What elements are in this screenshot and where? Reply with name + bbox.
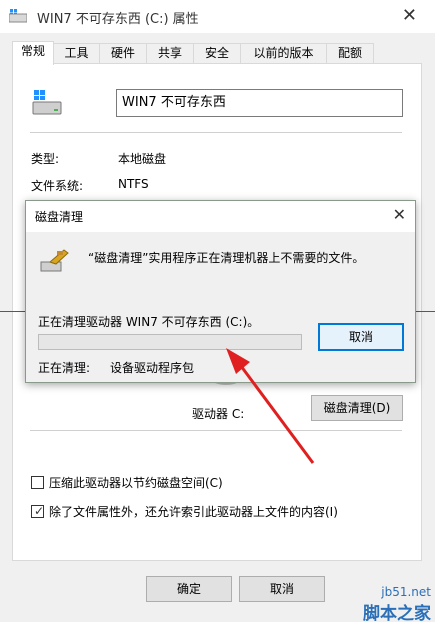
tab-quota[interactable]: 配额: [326, 43, 374, 63]
type-value: 本地磁盘: [118, 152, 167, 166]
dialog-title: 磁盘清理: [35, 210, 84, 224]
watermark-site: jb51.net: [381, 585, 431, 599]
drive-label: 驱动器 C:: [192, 407, 245, 421]
index-label: 除了文件属性外，还允许索引此驱动器上文件的内容(I): [49, 505, 338, 519]
type-label: 类型:: [31, 152, 60, 166]
disk-cleanup-button[interactable]: 磁盘清理(D): [311, 395, 403, 421]
drive-name-field[interactable]: WIN7 不可存东西: [116, 89, 403, 117]
cleanup-cancel-button[interactable]: 取消: [318, 323, 404, 351]
check-icon: ✓: [34, 504, 45, 518]
dialog-title-bar: 磁盘清理 ✕: [26, 201, 415, 232]
index-checkbox[interactable]: ✓: [31, 504, 45, 518]
watermark-brand: 脚本之家: [363, 604, 431, 624]
title-bar: WIN7 不可存东西 (C:) 属性 ✕: [0, 0, 435, 33]
status-value: 设备驱动程序包: [110, 361, 195, 375]
tab-tools[interactable]: 工具: [53, 43, 100, 63]
window-title: WIN7 不可存东西 (C:) 属性: [37, 12, 199, 27]
tab-previous-versions[interactable]: 以前的版本: [240, 43, 327, 63]
tab-security[interactable]: 安全: [193, 43, 241, 63]
tab-general[interactable]: 常规: [12, 41, 54, 65]
dialog-message: “磁盘清理”实用程序正在清理机器上不需要的文件。: [88, 251, 365, 265]
tab-sharing[interactable]: 共享: [146, 43, 194, 63]
divider: [30, 430, 402, 431]
drive-icon: [9, 9, 27, 23]
ok-button[interactable]: 确定: [146, 576, 232, 602]
tab-hardware[interactable]: 硬件: [99, 43, 147, 63]
cleanup-broom-icon: [40, 249, 69, 272]
compress-checkbox[interactable]: [31, 476, 44, 489]
close-icon[interactable]: ✕: [393, 205, 406, 224]
drive-icon: [32, 90, 62, 115]
close-icon[interactable]: ✕: [402, 5, 417, 26]
status-label: 正在清理:: [38, 361, 91, 375]
progress-label: 正在清理驱动器 WIN7 不可存东西 (C:)。: [38, 315, 260, 329]
cancel-button[interactable]: 取消: [239, 576, 325, 602]
disk-cleanup-dialog: 磁盘清理 ✕ “磁盘清理”实用程序正在清理机器上不需要的文件。 正在清理驱动器 …: [25, 200, 416, 383]
file-system-label: 文件系统:: [31, 179, 84, 193]
watermark: jb51.net 脚本之家: [339, 585, 435, 624]
file-system-value: NTFS: [118, 177, 149, 191]
compress-label: 压缩此驱动器以节约磁盘空间(C): [49, 476, 223, 490]
divider: [30, 132, 402, 133]
progress-bar: [38, 334, 302, 350]
